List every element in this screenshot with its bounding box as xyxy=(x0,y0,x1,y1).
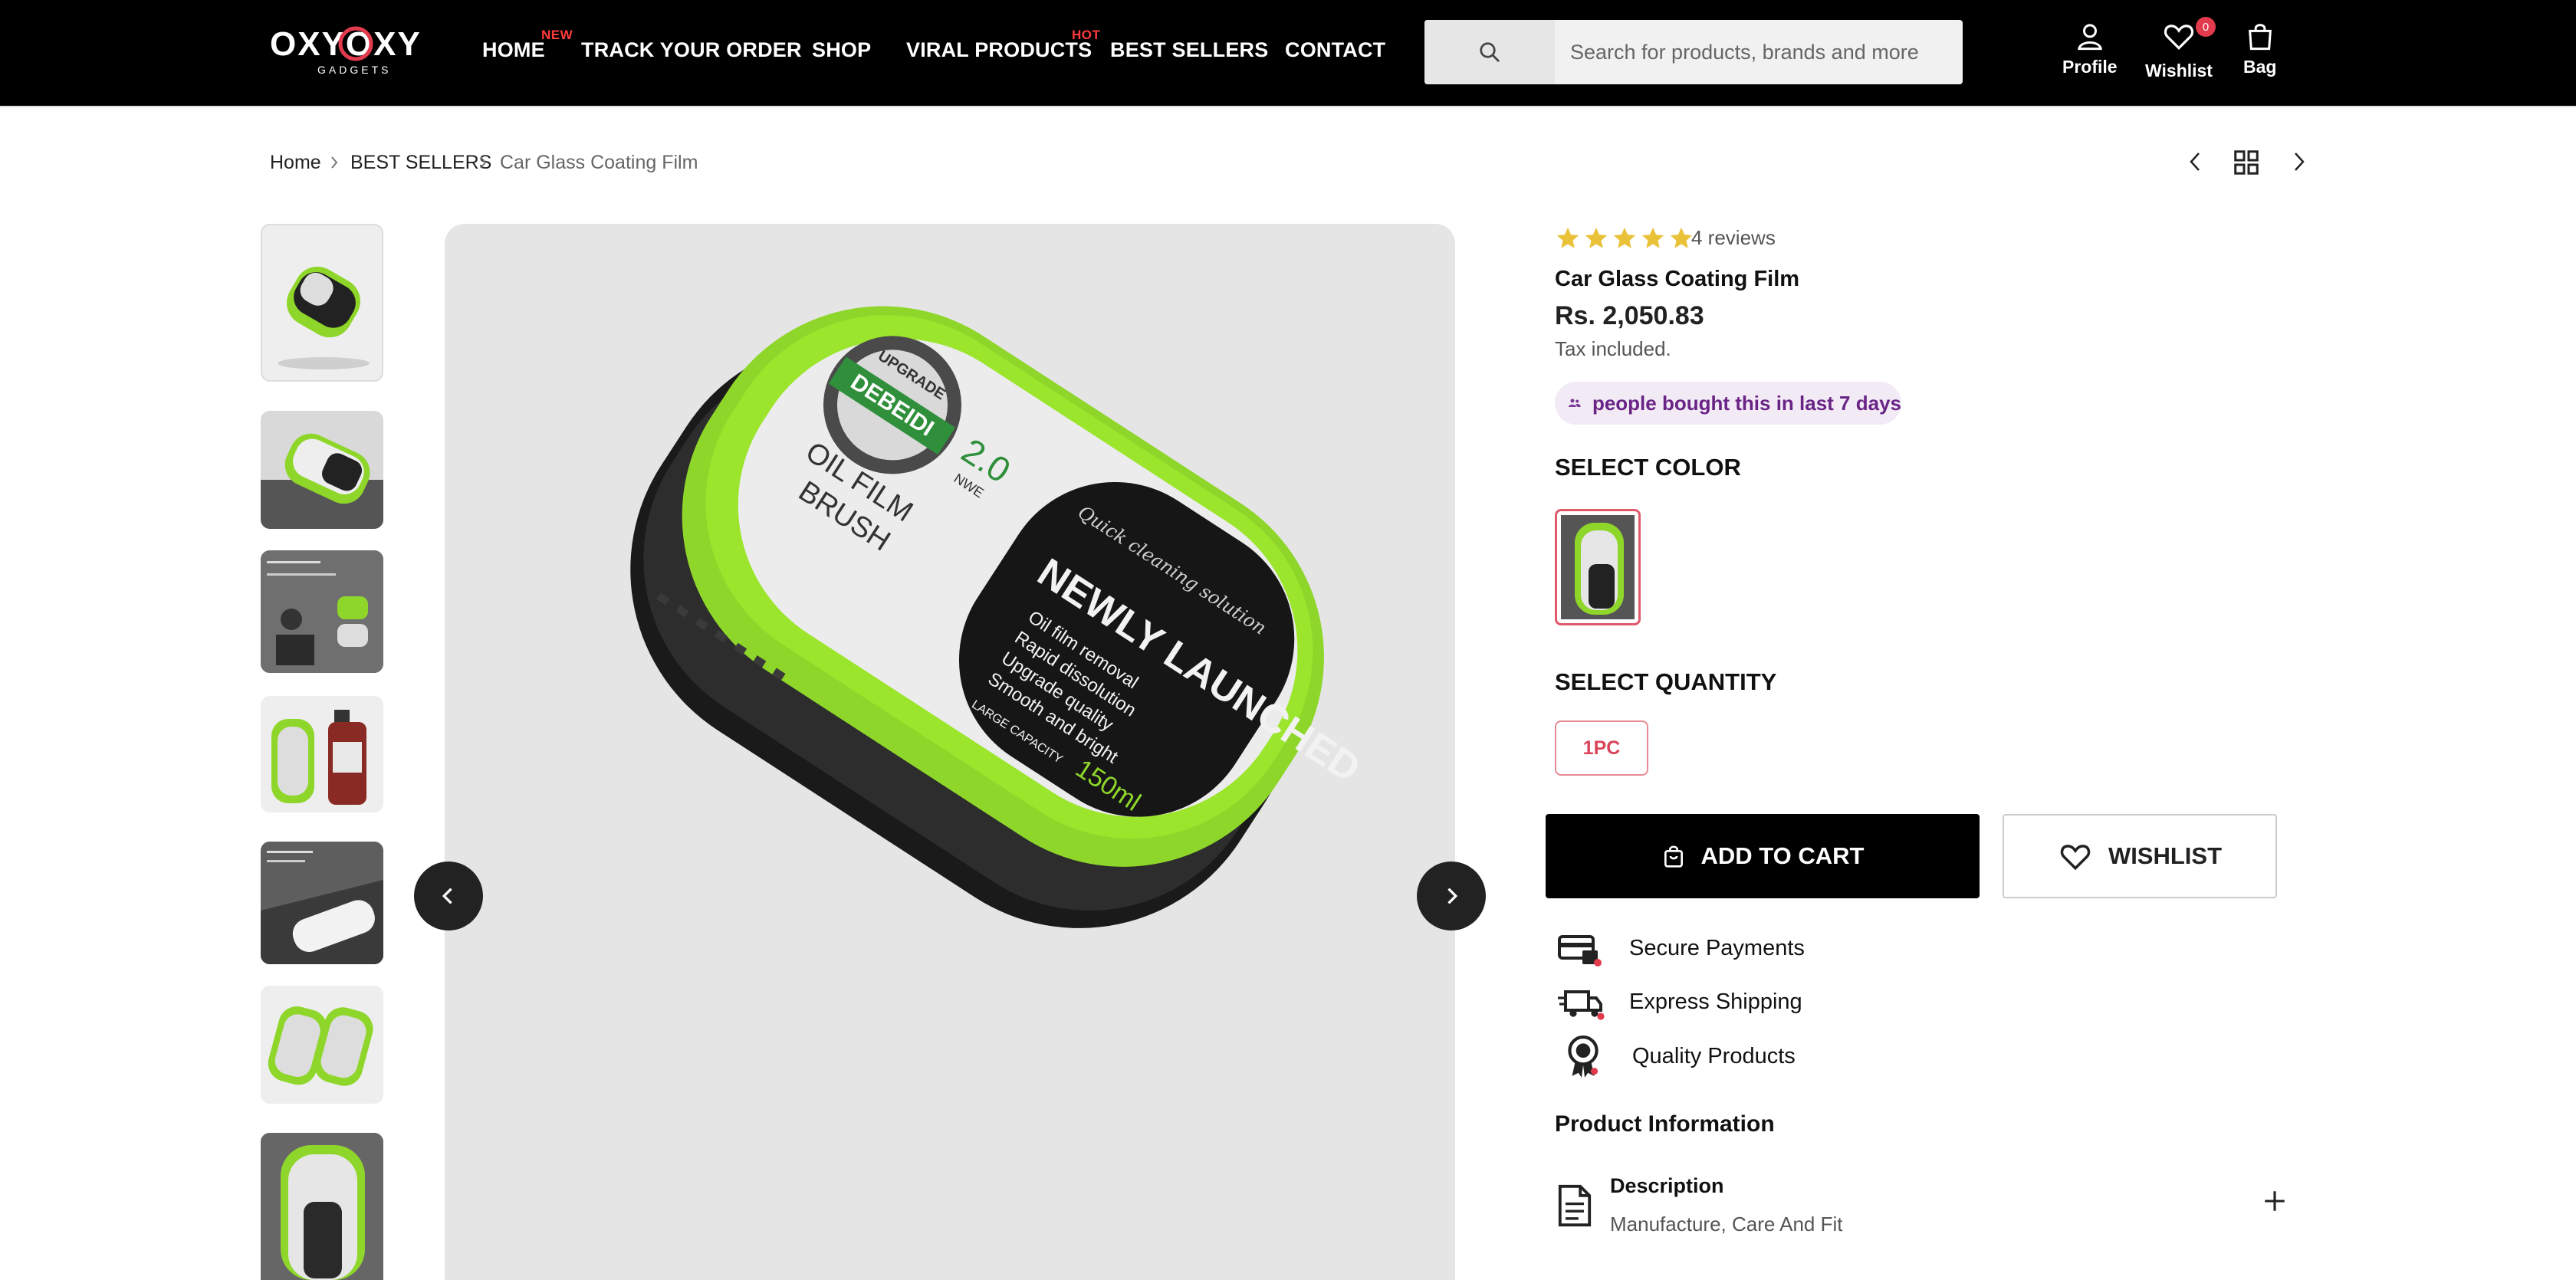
thumbnail-image xyxy=(278,266,370,369)
profile-button[interactable]: Profile xyxy=(2062,20,2118,77)
social-proof-badge: people bought this in last 7 days xyxy=(1555,382,1901,425)
main-product-image: DEBEIDI UPGRADE 2.0 NWE OIL FILM BRUSH Q… xyxy=(445,224,1455,1280)
color-swatch[interactable] xyxy=(1555,509,1641,625)
shopping-bag-icon xyxy=(2248,24,2272,51)
thumbnail-4[interactable] xyxy=(261,696,383,812)
thumbnail-image xyxy=(271,710,366,805)
profile-label: Profile xyxy=(2062,57,2118,77)
chevron-right-icon xyxy=(331,156,338,169)
color-swatch-image xyxy=(1561,515,1635,619)
search-input[interactable] xyxy=(1570,20,1953,84)
select-color-heading: SELECT COLOR xyxy=(1555,454,1741,481)
gallery-next-button[interactable] xyxy=(1417,862,1486,930)
chevron-right-icon xyxy=(480,156,487,169)
star-icon xyxy=(1556,227,1579,248)
quality-badge-icon xyxy=(1568,1035,1598,1078)
nav-contact[interactable]: CONTACT xyxy=(1285,38,1385,62)
bag-button[interactable]: Bag xyxy=(2243,20,2276,77)
nav-home[interactable]: HOME xyxy=(482,38,545,62)
product-illustration: DEBEIDI UPGRADE 2.0 NWE OIL FILM BRUSH Q… xyxy=(630,306,1368,928)
star-icon xyxy=(1670,227,1693,248)
tax-note: Tax included. xyxy=(1555,337,1671,360)
feature-express-shipping: Express Shipping xyxy=(1629,990,1802,1014)
heart-icon xyxy=(2060,845,2091,871)
thumbnail-7[interactable] xyxy=(261,1133,383,1280)
feature-quality-products: Quality Products xyxy=(1632,1044,1796,1068)
reviews-link[interactable]: 4 reviews xyxy=(1691,226,1776,250)
product-title: Car Glass Coating Film xyxy=(1555,267,1800,291)
thumbnail-6[interactable] xyxy=(261,986,383,1104)
add-to-cart-button[interactable]: ADD TO CART xyxy=(1546,814,1980,898)
thumbnail-3[interactable] xyxy=(261,550,383,673)
star-icon xyxy=(1613,227,1636,248)
thumbnail-2[interactable] xyxy=(261,411,383,529)
thumbnail-image xyxy=(261,842,383,964)
shipping-truck-icon xyxy=(1558,990,1605,1020)
search-button[interactable] xyxy=(1424,20,1555,84)
logo[interactable]: OXYOXY GADGETS xyxy=(270,23,454,78)
nav-shop[interactable]: SHOP xyxy=(812,38,871,62)
quantity-option[interactable]: 1PC xyxy=(1555,720,1648,776)
wishlist-label: WISHLIST xyxy=(2108,842,2223,869)
gallery-prev-button[interactable] xyxy=(414,862,483,930)
wishlist-button[interactable]: WISHLIST xyxy=(2003,814,2277,898)
rating-stars xyxy=(1555,225,1694,251)
shopping-bag-icon xyxy=(1664,845,1683,868)
nav-track-order[interactable]: TRACK YOUR ORDER xyxy=(581,38,802,62)
select-quantity-heading: SELECT QUANTITY xyxy=(1555,668,1777,695)
star-icon xyxy=(1641,227,1664,248)
wishlist-count-badge: 0 xyxy=(2195,17,2216,37)
heart-icon xyxy=(2164,25,2194,50)
star-icon xyxy=(1585,227,1608,248)
site-header: OXYOXY GADGETS HOME NEW TRACK YOUR ORDER… xyxy=(0,0,2576,107)
next-product-icon[interactable] xyxy=(2289,150,2308,173)
breadcrumb-best-sellers[interactable]: BEST SELLERS xyxy=(350,152,491,174)
chevron-right-icon xyxy=(1447,888,1458,904)
wishlist-label: Wishlist xyxy=(2145,61,2213,80)
nav-viral-products[interactable]: VIRAL PRODUCTS xyxy=(906,38,1092,62)
bag-label: Bag xyxy=(2243,57,2277,77)
thumbnail-image xyxy=(268,1006,373,1086)
social-proof-text: people bought this in last 7 days xyxy=(1592,391,1901,415)
document-icon xyxy=(1558,1184,1592,1227)
search-icon xyxy=(1480,42,1500,62)
add-to-cart-label: ADD TO CART xyxy=(1700,842,1865,869)
product-information-heading: Product Information xyxy=(1555,1111,1775,1137)
feature-secure-payments: Secure Payments xyxy=(1629,936,1805,960)
thumbnail-image xyxy=(261,550,383,673)
thumbnail-1[interactable] xyxy=(261,224,383,382)
previous-product-icon[interactable] xyxy=(2187,150,2205,173)
expand-plus-icon[interactable] xyxy=(2262,1188,2288,1214)
users-icon xyxy=(1568,399,1581,408)
breadcrumb-current: Car Glass Coating Film xyxy=(500,152,698,173)
description-title[interactable]: Description xyxy=(1610,1174,1724,1198)
hot-badge: HOT xyxy=(1072,28,1101,42)
search-bar xyxy=(1424,20,1963,84)
thumbnail-image xyxy=(261,1133,383,1280)
wishlist-header-button[interactable]: 0 Wishlist xyxy=(2145,17,2216,81)
chevron-left-icon xyxy=(442,888,452,904)
breadcrumb-home[interactable]: Home xyxy=(270,152,321,174)
product-price: Rs. 2,050.83 xyxy=(1555,301,1704,330)
description-subtitle: Manufacture, Care And Fit xyxy=(1610,1213,1843,1236)
grid-icon[interactable] xyxy=(2233,149,2260,176)
thumbnail-image xyxy=(261,433,383,529)
thumbnail-5[interactable] xyxy=(261,842,383,964)
secure-payment-icon xyxy=(1558,935,1602,967)
svg-text:GADGETS: GADGETS xyxy=(317,64,391,76)
user-icon xyxy=(2077,24,2102,51)
new-badge: NEW xyxy=(541,28,573,42)
nav-best-sellers[interactable]: BEST SELLERS xyxy=(1110,38,1268,62)
